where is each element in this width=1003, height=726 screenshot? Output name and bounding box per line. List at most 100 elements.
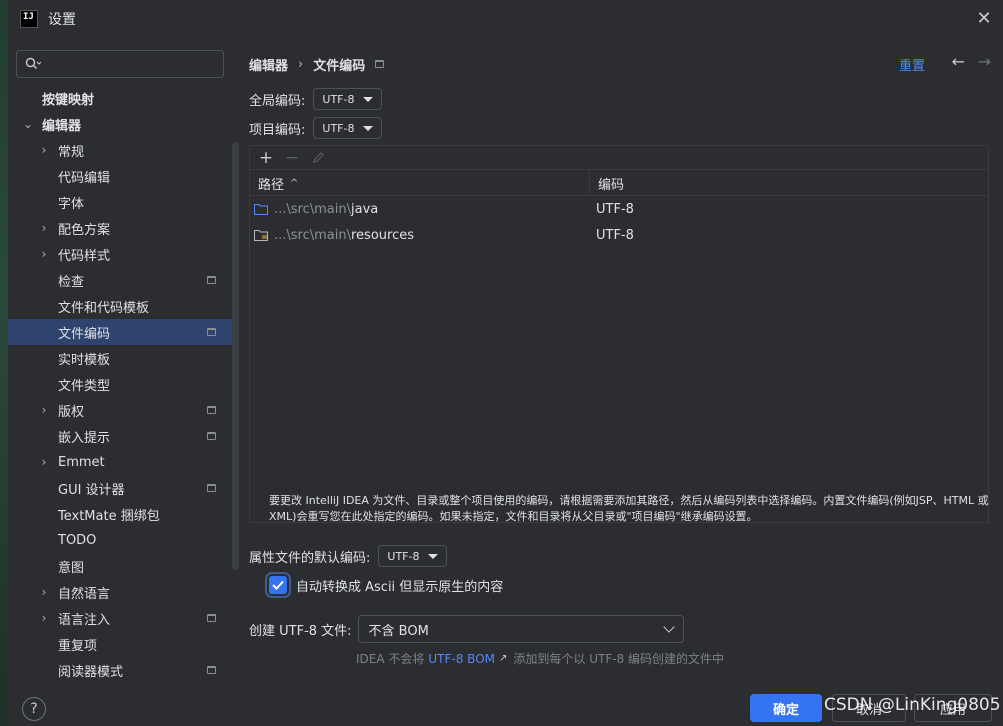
global-encoding-select[interactable]: UTF-8 bbox=[313, 88, 383, 110]
path-prefix: ...\src\main\ bbox=[274, 201, 351, 217]
edit-icon[interactable] bbox=[308, 148, 328, 168]
column-header-path[interactable]: 路径 ^ bbox=[250, 170, 590, 196]
path-encoding-table: + − 路径 ^ 编码 ...\src\main\ java UTF-8 ...… bbox=[249, 145, 989, 523]
bom-select[interactable]: 不含 BOM bbox=[357, 615, 684, 643]
project-level-icon bbox=[207, 328, 216, 336]
sidebar-item-intentions[interactable]: 意图 bbox=[8, 553, 232, 579]
sidebar-item-reader-mode[interactable]: 阅读器模式 bbox=[8, 657, 232, 683]
breadcrumb-current: 文件编码 bbox=[313, 58, 366, 74]
search-field[interactable] bbox=[16, 50, 224, 78]
window-title: 设置 bbox=[48, 12, 76, 28]
chevron-right-icon[interactable]: › bbox=[38, 221, 50, 235]
sidebar-item-emmet[interactable]: › Emmet bbox=[8, 449, 232, 475]
sidebar-item-label: 代码样式 bbox=[58, 248, 111, 264]
ok-button[interactable]: 确定 bbox=[750, 694, 822, 722]
table-row[interactable]: ...\src\main\ resources UTF-8 bbox=[250, 222, 988, 248]
cancel-button[interactable]: 取消 bbox=[832, 694, 906, 722]
native-to-ascii-label: 自动转换成 Ascii 但显示原生的内容 bbox=[296, 579, 504, 595]
sidebar-item-editor[interactable]: ⌄ 编辑器 bbox=[8, 111, 232, 137]
remove-icon[interactable]: − bbox=[282, 148, 302, 168]
chevron-right-icon[interactable]: › bbox=[38, 611, 50, 625]
sidebar-item-copyright[interactable]: › 版权 bbox=[8, 397, 232, 423]
native-to-ascii-checkbox-row[interactable]: 自动转换成 Ascii 但显示原生的内容 bbox=[269, 574, 503, 596]
sidebar-item-label: 文件类型 bbox=[58, 378, 111, 394]
external-link-icon[interactable]: ↗ bbox=[499, 653, 507, 664]
sidebar-item-label: 版权 bbox=[58, 404, 85, 420]
sidebar-item-code-style[interactable]: › 代码样式 bbox=[8, 241, 232, 267]
sidebar-item-label: 字体 bbox=[58, 196, 85, 212]
project-level-icon bbox=[207, 432, 216, 440]
close-icon[interactable]: ✕ bbox=[973, 8, 995, 30]
sidebar-item-inlay-hints[interactable]: 嵌入提示 bbox=[8, 423, 232, 449]
sidebar-item-natural-languages[interactable]: › 自然语言 bbox=[8, 579, 232, 605]
sidebar-item-file-encodings[interactable]: 文件编码 bbox=[8, 319, 232, 345]
chevron-right-icon[interactable]: › bbox=[38, 143, 50, 157]
sidebar-item-file-templates[interactable]: 文件和代码模板 bbox=[8, 293, 232, 319]
chevron-down-icon[interactable]: ⌄ bbox=[22, 117, 34, 131]
apply-button[interactable]: 应用 bbox=[914, 694, 992, 722]
global-encoding-value: UTF-8 bbox=[322, 92, 355, 106]
caret-down-icon bbox=[363, 96, 374, 102]
chevron-right-icon[interactable]: › bbox=[38, 403, 50, 417]
sidebar-item-font[interactable]: 字体 bbox=[8, 189, 232, 215]
sidebar-item-color-scheme[interactable]: › 配色方案 bbox=[8, 215, 232, 241]
sidebar-item-label: TextMate 捆绑包 bbox=[58, 508, 160, 524]
project-level-icon bbox=[207, 484, 216, 492]
sidebar-item-gui-designer[interactable]: GUI 设计器 bbox=[8, 475, 232, 501]
encoding-cell[interactable]: UTF-8 bbox=[590, 228, 634, 243]
properties-encoding-select[interactable]: UTF-8 bbox=[378, 545, 448, 567]
sidebar-item-label: 检查 bbox=[58, 274, 85, 290]
breadcrumb-parent[interactable]: 编辑器 bbox=[249, 55, 288, 74]
global-encoding-row: 全局编码: UTF-8 bbox=[249, 88, 383, 110]
sidebar-item-live-templates[interactable]: 实时模板 bbox=[8, 345, 232, 371]
path-cell: ...\src\main\ resources bbox=[250, 228, 590, 243]
table-row[interactable]: ...\src\main\ java UTF-8 bbox=[250, 196, 988, 222]
chevron-right-icon[interactable]: › bbox=[38, 247, 50, 261]
column-header-encoding[interactable]: 编码 bbox=[590, 170, 624, 196]
sidebar-item-general[interactable]: › 常规 bbox=[8, 137, 232, 163]
forward-arrow-icon[interactable]: → bbox=[978, 52, 991, 71]
native-to-ascii-checkbox[interactable] bbox=[269, 576, 287, 594]
sidebar-item-label: Emmet bbox=[58, 454, 105, 470]
back-arrow-icon[interactable]: ← bbox=[952, 52, 965, 71]
sidebar-item-language-injections[interactable]: › 语言注入 bbox=[8, 605, 232, 631]
chevron-down-icon bbox=[662, 621, 675, 633]
path-prefix: ...\src\main\ bbox=[274, 227, 351, 243]
title-bar: IJ 设置 ✕ bbox=[8, 0, 1003, 38]
global-encoding-label: 全局编码: bbox=[249, 93, 306, 109]
sidebar-item-label: TODO bbox=[58, 532, 97, 548]
properties-encoding-value: UTF-8 bbox=[387, 549, 420, 563]
sidebar-item-inspections[interactable]: 检查 bbox=[8, 267, 232, 293]
sidebar-item-label: 语言注入 bbox=[58, 612, 111, 628]
caret-down-icon bbox=[363, 125, 374, 131]
help-icon[interactable]: ? bbox=[22, 697, 46, 721]
intellij-logo-icon: IJ bbox=[20, 10, 38, 28]
sidebar-item-keymap[interactable]: 按键映射 bbox=[8, 85, 232, 111]
table-toolbar: + − bbox=[250, 146, 988, 170]
properties-encoding-row: 属性文件的默认编码: UTF-8 bbox=[249, 545, 448, 567]
sort-ascending-icon: ^ bbox=[290, 177, 299, 189]
sidebar-item-file-types[interactable]: 文件类型 bbox=[8, 371, 232, 397]
column-header-label: 路径 bbox=[258, 177, 285, 193]
search-input[interactable] bbox=[45, 56, 215, 72]
chevron-right-icon[interactable]: › bbox=[38, 585, 50, 599]
sidebar-item-label: 实时模板 bbox=[58, 352, 111, 368]
reset-link[interactable]: 重置 bbox=[899, 55, 925, 74]
project-encoding-select[interactable]: UTF-8 bbox=[313, 117, 383, 139]
sidebar-item-label: 重复项 bbox=[58, 638, 98, 654]
sidebar-item-label: 文件编码 bbox=[58, 326, 111, 342]
sidebar-item-code-editing[interactable]: 代码编辑 bbox=[8, 163, 232, 189]
resources-folder-icon bbox=[254, 230, 268, 241]
add-icon[interactable]: + bbox=[256, 148, 276, 168]
sidebar-item-textmate-bundles[interactable]: TextMate 捆绑包 bbox=[8, 501, 232, 527]
sidebar-scrollbar[interactable] bbox=[232, 142, 239, 570]
utf8-bom-link[interactable]: UTF-8 BOM bbox=[428, 652, 495, 666]
settings-tree: 按键映射 ⌄ 编辑器 › 常规 代码编辑 字体 › 配色方案 › 代码样式 检查… bbox=[8, 85, 232, 683]
sidebar-item-todo[interactable]: TODO bbox=[8, 527, 232, 553]
bom-note-prefix: IDEA 不会将 bbox=[356, 652, 425, 666]
sidebar-item-duplicates[interactable]: 重复项 bbox=[8, 631, 232, 657]
project-encoding-value: UTF-8 bbox=[322, 121, 355, 135]
encoding-cell[interactable]: UTF-8 bbox=[590, 202, 634, 217]
chevron-right-icon[interactable]: › bbox=[38, 455, 50, 469]
sidebar-item-label: 文件和代码模板 bbox=[58, 300, 150, 316]
